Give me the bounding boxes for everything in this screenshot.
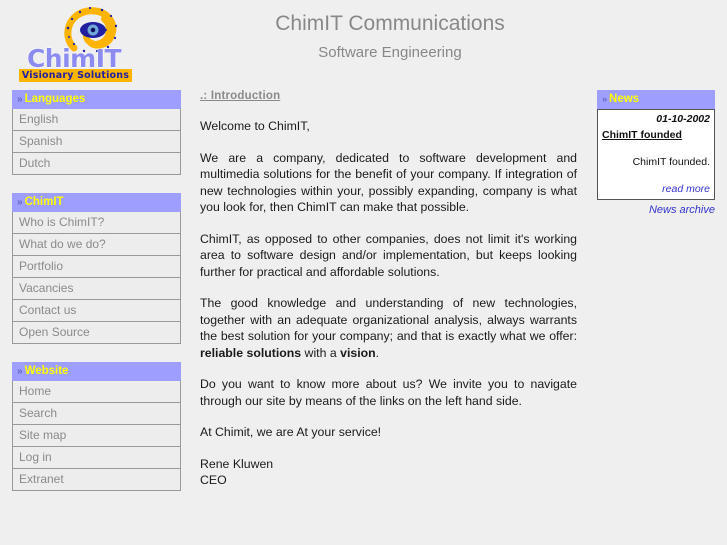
news-panel: » News 01-10-2002 ChimIT founded ChimIT f… — [597, 90, 715, 217]
signature-name: Rene Kluwen — [200, 456, 274, 471]
intro-paragraph-5: At Chimit, we are At your service! — [200, 425, 382, 439]
logo-wordmark: ChimIT — [26, 44, 122, 73]
intro-paragraph-1: We are a company, dedicated to software … — [200, 150, 577, 215]
sidebar-item-log-in[interactable]: Log in — [12, 447, 181, 469]
nav-block-chimit: » ChimIT Who is ChimIT? What do we do? Po… — [12, 193, 181, 344]
logo-tagline: Visionary Solutions — [19, 69, 132, 82]
intro-greeting: Welcome to ChimIT, — [200, 119, 310, 133]
paragraph-3-text-a: The good knowledge and understanding of … — [200, 296, 577, 343]
chevron-right-icon: » — [602, 94, 608, 104]
site-logo[interactable]: ChimIT Visionary Solutions — [12, 6, 136, 82]
sidebar-item-portfolio[interactable]: Portfolio — [12, 256, 181, 278]
sidebar-item-open-source[interactable]: Open Source — [12, 322, 181, 344]
page-header: ChimIT Visionary Solutions ChimIT Commun… — [0, 0, 727, 86]
paragraph-3-bold-a: reliable solutions — [200, 345, 302, 360]
paragraph-3-text-b: with a — [301, 345, 341, 360]
sidebar: » Languages English Spanish Dutch » ChimIT… — [12, 90, 181, 509]
sidebar-item-extranet[interactable]: Extranet — [12, 469, 181, 491]
nav-header-chimit: » ChimIT — [12, 193, 181, 212]
site-subtitle: Software Engineering — [318, 44, 462, 61]
chevron-right-icon: » — [17, 197, 23, 208]
news-title-link[interactable]: ChimIT founded — [602, 128, 710, 142]
paragraph-3-bold-b: vision — [340, 345, 376, 360]
sidebar-item-who-is-chimit[interactable]: Who is ChimIT? — [12, 212, 181, 234]
news-date: 01-10-2002 — [656, 113, 710, 125]
main-content: .: Introduction Welcome to ChimIT, We ar… — [200, 90, 577, 489]
page-title: .: Introduction — [200, 90, 281, 102]
nav-header-label: Languages — [24, 93, 86, 105]
chevron-right-icon: » — [17, 366, 23, 377]
sidebar-item-dutch[interactable]: Dutch — [12, 153, 181, 175]
news-archive-link[interactable]: News archive — [597, 203, 715, 217]
intro-paragraph-4: Do you want to know more about us? We in… — [200, 377, 577, 408]
news-item: 01-10-2002 ChimIT founded ChimIT founded… — [597, 109, 715, 200]
news-panel-header: » News — [597, 90, 715, 109]
sidebar-item-vacancies[interactable]: Vacancies — [12, 278, 181, 300]
sidebar-item-search[interactable]: Search — [12, 403, 181, 425]
nav-block-languages: » Languages English Spanish Dutch — [12, 90, 181, 175]
chevron-right-icon: » — [17, 94, 23, 105]
sidebar-item-what-do-we-do[interactable]: What do we do? — [12, 234, 181, 256]
sidebar-item-site-map[interactable]: Site map — [12, 425, 181, 447]
intro-paragraph-3: The good knowledge and understanding of … — [200, 295, 577, 361]
sidebar-item-contact-us[interactable]: Contact us — [12, 300, 181, 322]
sidebar-item-english[interactable]: English — [12, 109, 181, 131]
nav-header-website: » Website — [12, 362, 181, 381]
sidebar-item-spanish[interactable]: Spanish — [12, 131, 181, 153]
news-header-label: News — [609, 93, 640, 105]
sidebar-item-home[interactable]: Home — [12, 381, 181, 403]
signature-title: CEO — [200, 473, 227, 487]
site-title: ChimIT Communications — [275, 12, 505, 35]
nav-block-website: » Website Home Search Site map Log in Ext… — [12, 362, 181, 491]
nav-header-label: Website — [24, 365, 69, 377]
paragraph-3-text-c: . — [375, 345, 380, 360]
intro-paragraph-2: ChimIT, as opposed to other companies, d… — [200, 231, 577, 279]
nav-header-label: ChimIT — [24, 196, 64, 208]
read-more-link[interactable]: read more — [602, 183, 710, 196]
nav-header-languages: » Languages — [12, 90, 181, 109]
news-body: ChimIT founded. — [632, 156, 710, 168]
